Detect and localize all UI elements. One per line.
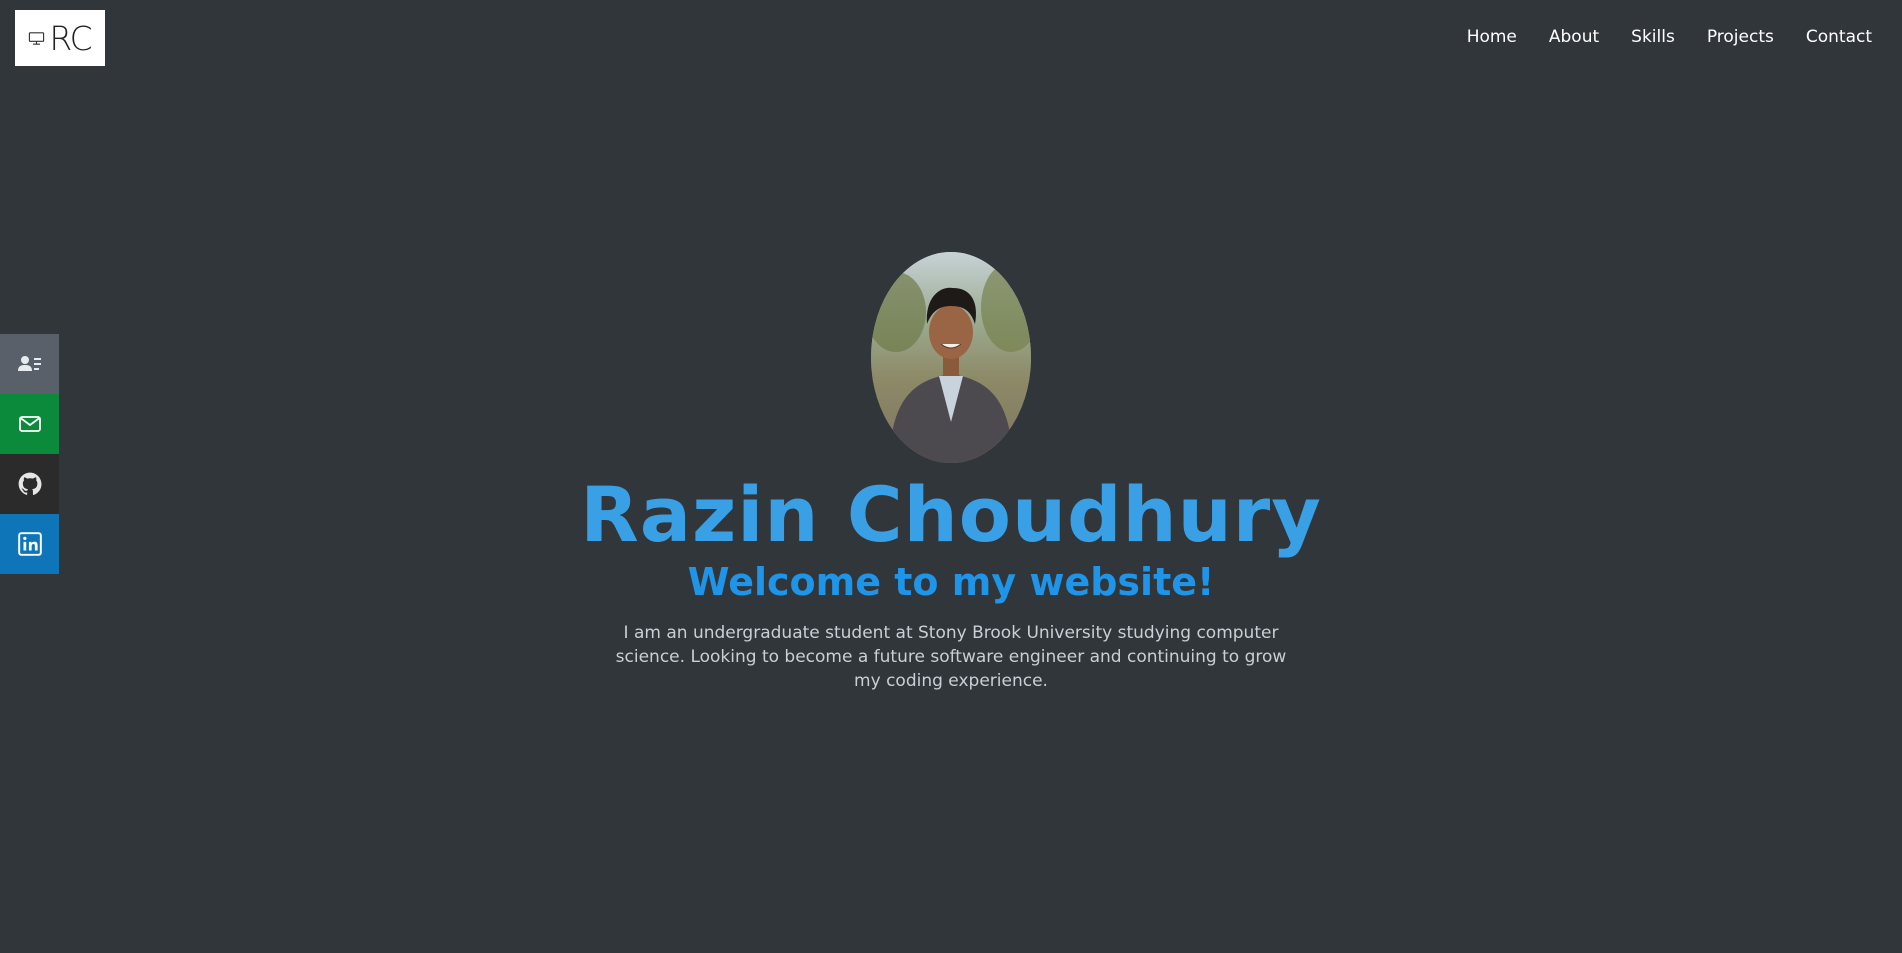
logo-text: RC xyxy=(49,18,92,58)
hero-welcome: Welcome to my website! xyxy=(687,560,1215,604)
profile-photo-drawing xyxy=(871,252,1031,463)
desktop-computer-icon xyxy=(29,31,45,45)
nav-skills[interactable]: Skills xyxy=(1631,25,1675,49)
hero-section: Razin Choudhury Welcome to my website! I… xyxy=(0,252,1902,693)
hero-name: Razin Choudhury xyxy=(580,470,1322,559)
profile-photo xyxy=(871,252,1031,463)
hero-description: I am an undergraduate student at Stony B… xyxy=(615,623,1287,691)
page: RC Home About Skills Projects Contact Ra… xyxy=(0,0,1902,953)
nav-contact[interactable]: Contact xyxy=(1806,25,1872,49)
nav-about[interactable]: About xyxy=(1549,25,1599,49)
site-logo[interactable]: RC xyxy=(15,10,105,66)
nav-home[interactable]: Home xyxy=(1467,25,1517,49)
nav-projects[interactable]: Projects xyxy=(1707,25,1774,49)
main-nav: Home About Skills Projects Contact xyxy=(1467,25,1872,49)
